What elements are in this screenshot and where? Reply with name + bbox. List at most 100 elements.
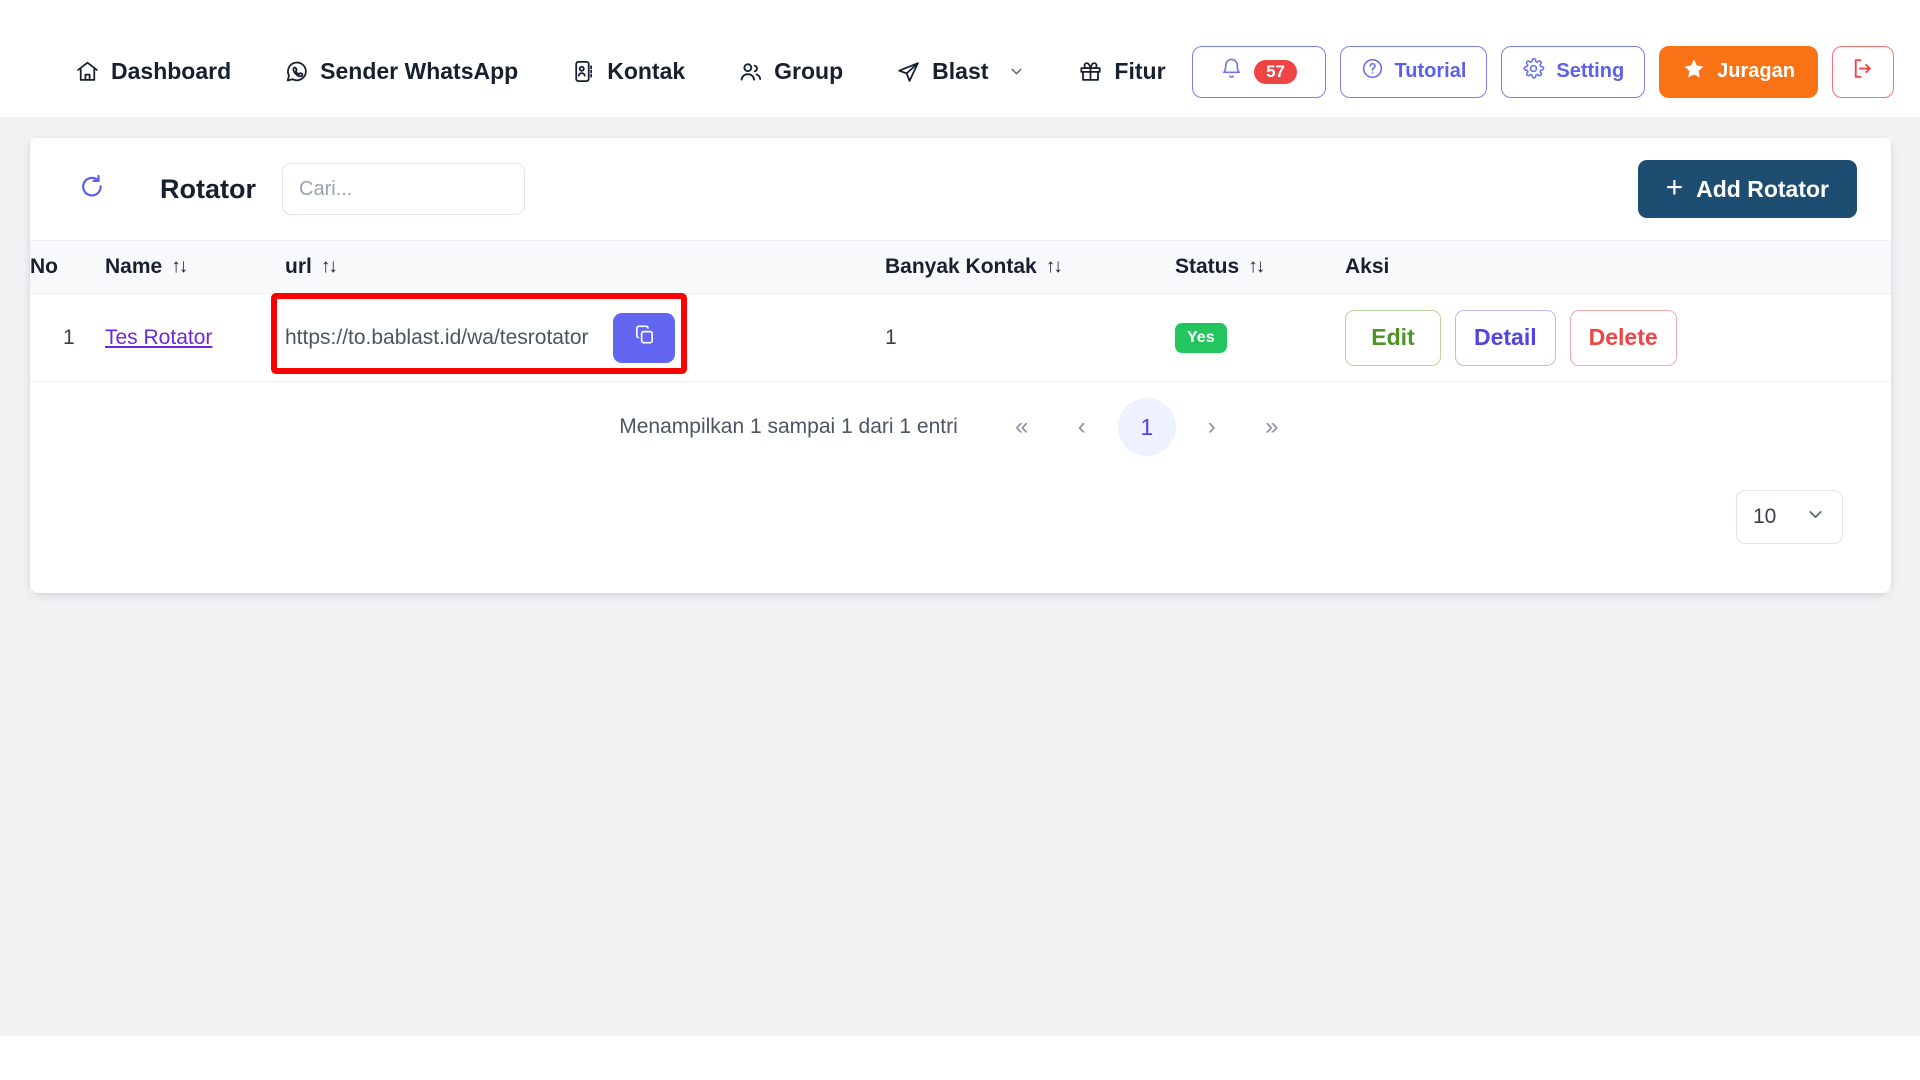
cell-aksi: Edit Detail Delete (1345, 294, 1891, 382)
users-icon (737, 59, 763, 85)
detail-button[interactable]: Detail (1455, 309, 1556, 366)
col-no-label: No (30, 255, 58, 278)
content-gap (30, 118, 1891, 138)
copy-url-button[interactable] (613, 312, 675, 363)
chevron-down-icon (1008, 63, 1025, 80)
app-page: Dashboard Sender WhatsApp Kontak Group B… (0, 0, 1920, 1080)
tutorial-button[interactable]: Tutorial (1339, 45, 1488, 98)
col-status-label: Status (1175, 255, 1240, 278)
star-icon (1682, 57, 1706, 87)
status-badge: Yes (1175, 322, 1227, 353)
top-strip (0, 0, 1920, 26)
edit-button[interactable]: Edit (1345, 309, 1441, 366)
contact-card-icon (570, 59, 596, 85)
url-field: https://to.bablast.id/wa/tesrotator (285, 312, 675, 363)
bell-icon (1220, 57, 1243, 86)
pagination-prev[interactable]: ‹ (1058, 403, 1106, 451)
setting-label: Setting (1556, 60, 1625, 82)
logout-button[interactable] (1831, 45, 1894, 98)
rotator-card: Rotator + Add Rotator No (30, 138, 1891, 593)
page-size-row: 10 (30, 472, 1891, 544)
pagination: Menampilkan 1 sampai 1 dari 1 entri « ‹ … (30, 382, 1891, 472)
page-background (0, 593, 1920, 1036)
page-size-select[interactable]: 10 (1736, 490, 1843, 544)
refresh-icon (78, 173, 106, 206)
sort-icon[interactable]: ↑↓ (1248, 256, 1265, 278)
table-header-row: No Name ↑↓ url ↑↓ Banyak Kontak ↑↓ Statu… (30, 240, 1891, 294)
juragan-label: Juragan (1717, 60, 1795, 82)
tutorial-label: Tutorial (1394, 60, 1467, 82)
col-aksi: Aksi (1345, 241, 1891, 294)
pagination-page-1[interactable]: 1 (1117, 398, 1176, 456)
pagination-first[interactable]: « (998, 403, 1046, 451)
delete-button[interactable]: Delete (1569, 309, 1677, 366)
chevron-down-icon (1805, 504, 1826, 531)
rotator-name-link[interactable]: Tes Rotator (105, 326, 212, 349)
nav-label-kontak: Kontak (607, 58, 686, 84)
notification-count: 57 (1254, 59, 1297, 84)
setting-button[interactable]: Setting (1501, 45, 1646, 98)
add-rotator-button[interactable]: + Add Rotator (1637, 160, 1857, 218)
rotator-table: No Name ↑↓ url ↑↓ Banyak Kontak ↑↓ Statu… (30, 240, 1891, 382)
send-icon (895, 59, 921, 85)
whatsapp-icon (283, 59, 309, 85)
col-name[interactable]: Name ↑↓ (105, 241, 285, 294)
pagination-next[interactable]: › (1188, 403, 1236, 451)
nav-label-fitur: Fitur (1114, 58, 1166, 84)
table-row: 1 Tes Rotator https://to.bablast.id/wa/t… (30, 292, 1891, 382)
sort-icon[interactable]: ↑↓ (321, 256, 338, 278)
gift-icon (1077, 59, 1103, 85)
nav-item-sender-whatsapp[interactable]: Sender WhatsApp (257, 58, 544, 85)
right-gutter (1891, 118, 1920, 593)
sort-icon[interactable]: ↑↓ (171, 256, 188, 278)
pagination-info: Menampilkan 1 sampai 1 dari 1 entri (619, 415, 958, 438)
left-gutter (0, 118, 30, 593)
table-body: 1 Tes Rotator https://to.bablast.id/wa/t… (30, 292, 1891, 382)
col-banyak-kontak-label: Banyak Kontak (885, 255, 1037, 278)
navbar-actions: 57 Tutorial Setting Juragan (1191, 45, 1920, 98)
home-icon (74, 59, 100, 85)
nav-item-blast[interactable]: Blast (869, 58, 1051, 85)
nav-label-group: Group (774, 58, 844, 84)
cell-name: Tes Rotator (105, 294, 285, 382)
cell-status: Yes (1175, 294, 1345, 382)
col-no: No (30, 241, 105, 294)
juragan-button[interactable]: Juragan (1659, 45, 1818, 98)
nav-label-blast: Blast (932, 58, 989, 84)
navbar-links: Dashboard Sender WhatsApp Kontak Group B… (0, 58, 1192, 85)
gear-icon (1522, 57, 1545, 86)
page-size-value: 10 (1753, 505, 1777, 528)
search-box[interactable] (282, 163, 525, 215)
nav-label-dashboard: Dashboard (111, 58, 232, 84)
col-url[interactable]: url ↑↓ (285, 241, 885, 294)
table-header: No Name ↑↓ url ↑↓ Banyak Kontak ↑↓ Statu… (30, 240, 1891, 294)
nav-item-dashboard[interactable]: Dashboard (48, 58, 257, 85)
add-rotator-label: Add Rotator (1696, 175, 1829, 202)
page-title: Rotator (160, 173, 256, 204)
notification-button[interactable]: 57 (1191, 45, 1326, 98)
question-circle-icon (1361, 57, 1384, 86)
plus-icon: + (1665, 170, 1684, 204)
nav-item-group[interactable]: Group (711, 58, 869, 85)
nav-item-kontak[interactable]: Kontak (544, 58, 711, 85)
sort-icon[interactable]: ↑↓ (1046, 256, 1063, 278)
cell-banyak-kontak: 1 (885, 325, 897, 349)
search-input[interactable] (299, 177, 508, 201)
cell-no: 1 (63, 325, 75, 349)
col-banyak-kontak[interactable]: Banyak Kontak ↑↓ (885, 241, 1175, 294)
cell-url: https://to.bablast.id/wa/tesrotator (271, 292, 885, 382)
copy-icon (633, 323, 656, 352)
col-status[interactable]: Status ↑↓ (1175, 241, 1345, 294)
main-navbar: Dashboard Sender WhatsApp Kontak Group B… (0, 26, 1920, 118)
rotator-url-text: https://to.bablast.id/wa/tesrotator (285, 325, 589, 349)
pagination-last[interactable]: » (1248, 403, 1296, 451)
logout-icon (1850, 56, 1875, 87)
col-aksi-label: Aksi (1345, 255, 1390, 278)
card-header: Rotator + Add Rotator (30, 138, 1891, 240)
refresh-button[interactable] (74, 171, 110, 207)
nav-label-sender-whatsapp: Sender WhatsApp (320, 58, 519, 84)
url-cell-wrapper: https://to.bablast.id/wa/tesrotator (271, 292, 687, 374)
col-url-label: url (285, 255, 312, 278)
nav-item-fitur[interactable]: Fitur (1051, 58, 1191, 85)
col-name-label: Name (105, 255, 163, 278)
